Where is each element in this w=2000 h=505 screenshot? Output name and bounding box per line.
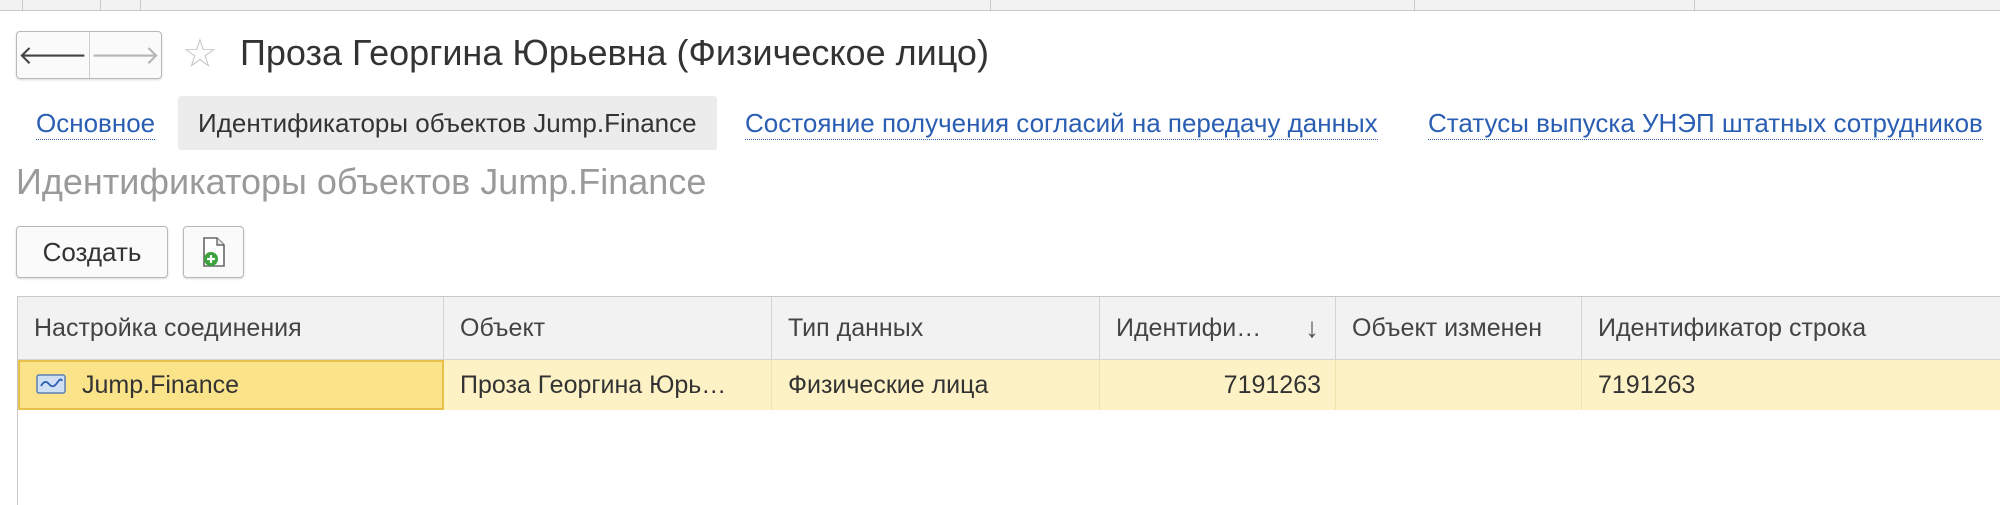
forward-button[interactable]: 🡒 [90, 32, 162, 78]
page-tabs: Основное Идентификаторы объектов Jump.Fi… [18, 96, 2000, 150]
sort-descending-icon: ↓ [1305, 312, 1319, 343]
arrow-left-icon: 🡐 [17, 40, 88, 70]
page-title: Проза Георгина Юрьевна (Физическое лицо) [240, 32, 989, 73]
table-row[interactable]: Jump.Finance Проза Георгина Юрь… Физичес… [18, 360, 2000, 410]
cell-object-changed[interactable] [1336, 360, 1582, 410]
column-header-object-changed[interactable]: Объект изменен [1336, 297, 1582, 359]
tab-label: Состояние получения согласий на передачу… [745, 108, 1378, 140]
column-header-identifier-string[interactable]: Идентификатор строка [1582, 297, 2000, 359]
navigation-buttons: 🡐 🡒 [16, 31, 162, 79]
column-header-label: Идентифи… [1116, 314, 1262, 342]
document-add-icon [202, 237, 225, 267]
tab-label: Идентификаторы объектов Jump.Finance [198, 108, 697, 138]
column-header-connection[interactable]: Настройка соединения [18, 297, 444, 359]
tab-main[interactable]: Основное [36, 96, 156, 150]
section-title: Идентификаторы объектов Jump.Finance [16, 161, 707, 202]
star-icon[interactable]: ☆ [182, 32, 218, 76]
table-header: Настройка соединения Объект Тип данных И… [18, 297, 2000, 360]
column-header-data-type[interactable]: Тип данных [772, 297, 1100, 359]
tab-consents[interactable]: Состояние получения согласий на передачу… [745, 96, 1378, 150]
cell-identifier-string[interactable]: 7191263 [1582, 360, 2000, 410]
cell-data-type[interactable]: Физические лица [772, 360, 1100, 410]
tab-label: Статусы выпуска УНЭП штатных сотрудников [1428, 108, 1983, 140]
connection-icon [36, 374, 66, 395]
cell-text: Jump.Finance [82, 371, 240, 399]
arrow-right-icon: 🡒 [90, 40, 161, 70]
add-document-button[interactable] [183, 226, 244, 278]
cell-connection[interactable]: Jump.Finance [18, 360, 444, 410]
tab-jump-finance-ids[interactable]: Идентификаторы объектов Jump.Finance [178, 96, 717, 150]
tab-label: Основное [36, 108, 156, 140]
cell-object[interactable]: Проза Георгина Юрь… [444, 360, 772, 410]
create-button[interactable]: Создать [16, 226, 168, 278]
column-header-identifier[interactable]: Идентифи… ↓ [1100, 297, 1336, 359]
window-tab-strip [0, 0, 2000, 11]
cell-identifier[interactable]: 7191263 [1100, 360, 1336, 410]
column-header-object[interactable]: Объект [444, 297, 772, 359]
tab-unep-statuses[interactable]: Статусы выпуска УНЭП штатных сотрудников [1428, 96, 1983, 150]
back-button[interactable]: 🡐 [17, 32, 90, 78]
identifiers-table: Настройка соединения Объект Тип данных И… [17, 296, 2000, 505]
